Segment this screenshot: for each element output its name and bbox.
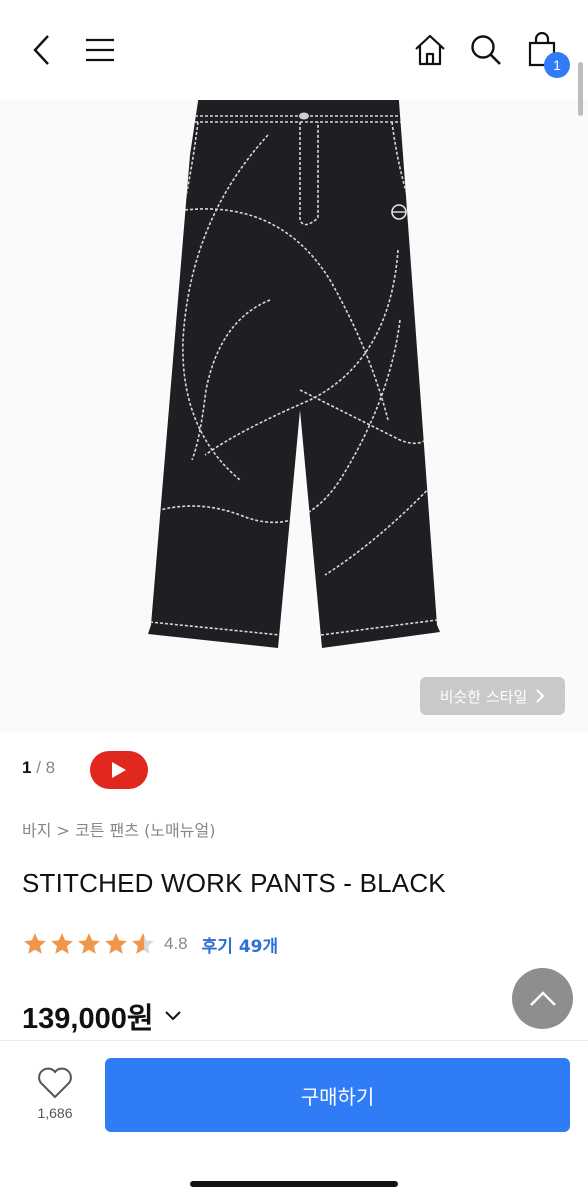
star-icon bbox=[78, 933, 100, 954]
scroll-to-top-button[interactable] bbox=[512, 968, 573, 1029]
chevron-down-icon bbox=[164, 1011, 181, 1021]
bottom-action-bar: 1,686 구매하기 bbox=[0, 1040, 588, 1200]
rating-value: 4.8 bbox=[164, 934, 188, 953]
price-row[interactable]: 139,000원 bbox=[22, 995, 182, 1037]
like-button[interactable]: 1,686 bbox=[20, 1067, 90, 1137]
similar-style-button[interactable]: 비슷한 스타일 bbox=[420, 677, 565, 715]
chevron-right-icon bbox=[536, 689, 545, 703]
back-button[interactable] bbox=[20, 28, 64, 72]
home-icon bbox=[415, 34, 445, 66]
category-breadcrumb[interactable]: 바지 > 코튼 팬츠 (노매뉴얼) bbox=[22, 817, 215, 841]
review-count-link[interactable]: 후기 49개 bbox=[202, 932, 279, 957]
pager-total: 8 bbox=[45, 758, 56, 777]
cart-count-badge: 1 bbox=[544, 52, 570, 78]
star-icon bbox=[51, 933, 73, 954]
star-half-icon bbox=[132, 933, 154, 954]
star-icon bbox=[24, 933, 46, 954]
youtube-play-icon bbox=[112, 762, 126, 778]
rating-row: 4.8 후기 49개 bbox=[22, 930, 278, 958]
pager-separator: / bbox=[31, 758, 46, 777]
top-navigation-bar: 1 bbox=[0, 0, 588, 100]
star-icon bbox=[105, 933, 127, 954]
search-icon bbox=[471, 35, 501, 65]
home-indicator[interactable] bbox=[190, 1181, 398, 1187]
product-title: STITCHED WORK PANTS - BLACK bbox=[22, 868, 446, 898]
image-pager: 1 / 8 bbox=[22, 758, 55, 778]
similar-style-label: 비슷한 스타일 bbox=[439, 687, 528, 706]
video-button[interactable] bbox=[90, 751, 148, 789]
menu-button[interactable] bbox=[78, 28, 122, 72]
heart-icon bbox=[38, 1067, 72, 1099]
chevron-up-icon bbox=[529, 990, 556, 1006]
hamburger-menu-icon bbox=[86, 38, 114, 62]
product-image-gallery[interactable] bbox=[0, 100, 588, 732]
buy-button[interactable]: 구매하기 bbox=[105, 1058, 570, 1132]
chevron-left-icon bbox=[33, 35, 49, 65]
scrollbar-thumb[interactable] bbox=[578, 62, 583, 116]
like-count: 1,686 bbox=[37, 1105, 73, 1121]
home-button[interactable] bbox=[408, 28, 452, 72]
rating-stars bbox=[22, 931, 156, 957]
search-button[interactable] bbox=[464, 28, 508, 72]
product-price: 139,000원 bbox=[22, 1003, 154, 1035]
product-image-pants bbox=[148, 100, 440, 648]
